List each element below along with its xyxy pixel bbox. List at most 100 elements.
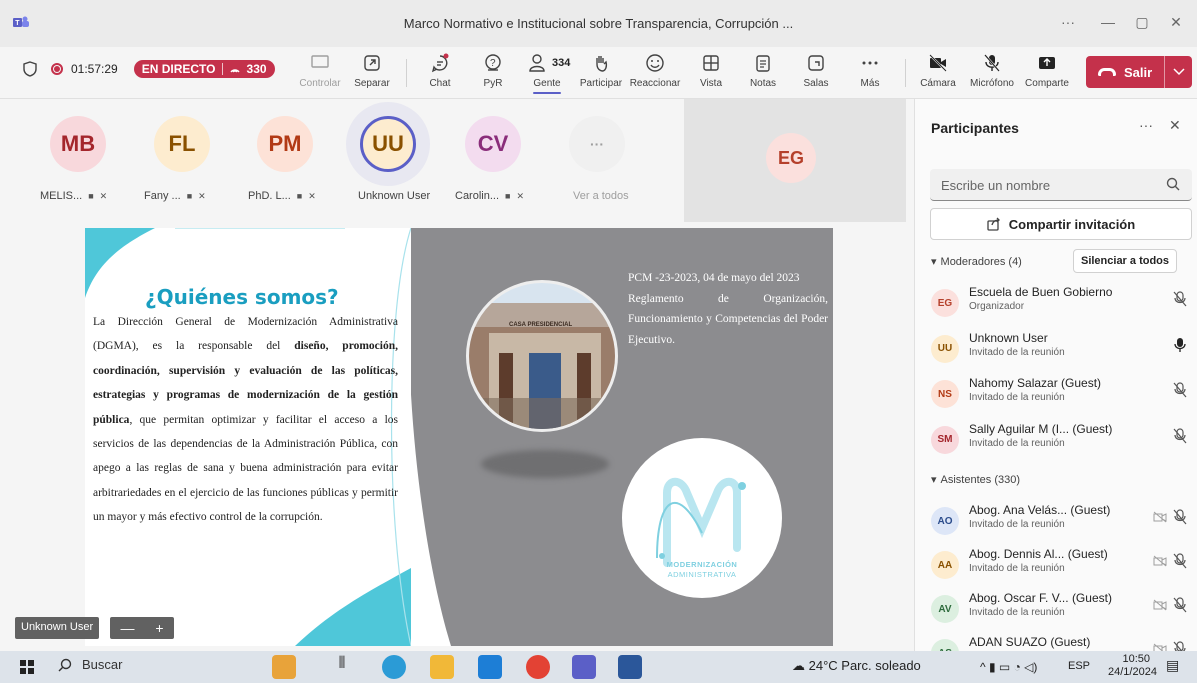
windows-start-icon[interactable]	[20, 660, 34, 674]
react-label: Reaccionar	[629, 78, 681, 89]
control-button[interactable]: Controlar	[295, 51, 345, 89]
featured-video-tile[interactable]: EG	[684, 99, 906, 222]
shield-icon[interactable]	[23, 61, 37, 77]
shared-content-slide[interactable]: ¿Quiénes somos? La Dirección General de …	[85, 228, 833, 646]
language-indicator[interactable]: ESP	[1068, 660, 1090, 672]
word-icon[interactable]	[618, 655, 642, 679]
weather-widget[interactable]: ☁ 24°C Parc. soleado	[792, 658, 921, 674]
camera-off-icon: ■	[186, 191, 193, 201]
title-bar: T Marco Normativo e Institucional sobre …	[0, 0, 1197, 47]
participant-mic-button[interactable]	[1173, 597, 1187, 616]
mic-on-icon	[1174, 337, 1186, 352]
chat-button[interactable]: Chat	[415, 51, 465, 89]
briefcase-app-icon[interactable]	[272, 655, 296, 679]
participant-mic-button[interactable]	[1173, 641, 1187, 651]
window-more-button[interactable]: ···	[1054, 10, 1082, 34]
participant-role: Invitado de la reunión	[969, 519, 1065, 530]
participant-row[interactable]: AS ADAN SUAZO (Guest)	[931, 631, 1193, 651]
participant-row[interactable]: SM Sally Aguilar M (I... (Guest) Invitado …	[931, 418, 1193, 462]
raise-hand-button[interactable]: Participar	[576, 51, 626, 89]
avatar[interactable]: CV	[465, 116, 521, 172]
close-window-button[interactable]: ✕	[1162, 10, 1190, 34]
share-invite-button[interactable]: Compartir invitación	[930, 208, 1192, 240]
avatar[interactable]: PM	[257, 116, 313, 172]
notes-button[interactable]: Notas	[738, 51, 788, 89]
participant-mic-button[interactable]	[1173, 553, 1187, 572]
attendees-section-header[interactable]: ▾ Asistentes (330)	[931, 473, 1020, 487]
participant-row[interactable]: AO Abog. Ana Velás... (Guest) Invitado de …	[931, 499, 1193, 543]
participant-mic-button[interactable]	[1173, 337, 1187, 356]
mic-off-icon	[1173, 641, 1186, 651]
edge-browser-icon[interactable]	[382, 655, 406, 679]
task-view-icon[interactable]: ⫴	[330, 655, 354, 679]
mute-all-button[interactable]: Silenciar a todos	[1073, 249, 1177, 273]
minimize-button[interactable]: —	[1094, 10, 1122, 34]
participant-avatar: UU	[931, 334, 959, 363]
participant-name: Abog. Dennis Al... (Guest)	[969, 547, 1108, 561]
participant-mic-button[interactable]	[1173, 427, 1187, 447]
camera-off-icon: ■	[88, 191, 94, 201]
see-all-label[interactable]: Ver a todos	[573, 190, 629, 202]
participant-name: Fany ... ■ ✕	[144, 190, 206, 202]
see-all-button[interactable]: ···	[569, 116, 625, 172]
camera-off-icon	[1153, 599, 1167, 611]
building-sign-text: CASA PRESIDENCIAL	[509, 322, 572, 328]
search-icon	[58, 658, 72, 671]
leave-options-chevron-icon[interactable]	[1164, 56, 1192, 88]
system-tray-icons[interactable]: ^ ▮ ▭ ◔ ◁)	[980, 660, 1037, 674]
avatar[interactable]: MB	[50, 116, 106, 172]
taskbar-search[interactable]: Buscar	[58, 657, 122, 672]
leave-button[interactable]: Salir	[1086, 56, 1192, 88]
share-button[interactable]: Comparte	[1022, 51, 1072, 89]
participant-mic-button[interactable]	[1173, 382, 1187, 401]
mic-button[interactable]: Micrófono	[967, 51, 1017, 89]
participant-avatar: AS	[931, 639, 959, 651]
more-button[interactable]: Más	[845, 51, 895, 89]
clock[interactable]: 10:50 24/1/2024	[1108, 653, 1157, 679]
mic-off-icon: ✕	[516, 190, 525, 201]
participant-row[interactable]: NS Nahomy Salazar (Guest) Invitado de la r…	[931, 372, 1193, 416]
participant-avatar: SM	[931, 425, 959, 454]
camera-off-icon	[929, 54, 947, 72]
smiley-icon	[646, 54, 664, 72]
participant-name: MELIS... ■ ✕	[40, 190, 108, 202]
moderators-section-header[interactable]: ▾ Moderadores (4)	[931, 255, 1022, 269]
zoom-out-button[interactable]: —	[120, 620, 134, 636]
participant-mic-button[interactable]	[1173, 291, 1187, 310]
control-icon	[311, 55, 329, 71]
logo-line-1: MODERNIZACIÓN	[666, 560, 738, 569]
avatar[interactable]: FL	[154, 116, 210, 172]
people-button[interactable]: 334 Gente	[522, 51, 572, 94]
panel-close-button[interactable]: ✕	[1169, 117, 1181, 134]
participant-row[interactable]: AA Abog. Dennis Al... (Guest) Invitado de …	[931, 543, 1193, 587]
participant-row[interactable]: AV Abog. Oscar F. V... (Guest) Invitado de…	[931, 587, 1193, 631]
mail-icon[interactable]	[478, 655, 502, 679]
camera-off-icon	[1153, 511, 1167, 523]
chat-label: Chat	[429, 78, 451, 89]
participant-row[interactable]: UU Unknown User Invitado de la reunión	[931, 327, 1193, 371]
mic-off-icon: ✕	[308, 190, 316, 201]
popout-button[interactable]: Separar	[347, 51, 397, 89]
camera-button[interactable]: Cámara	[913, 51, 963, 89]
zoom-in-button[interactable]: +	[155, 620, 163, 636]
chrome-icon[interactable]	[526, 655, 550, 679]
restore-button[interactable]: ▢	[1128, 10, 1156, 34]
teams-taskbar-icon[interactable]	[572, 655, 596, 679]
panel-more-button[interactable]: ···	[1139, 117, 1153, 133]
file-explorer-icon[interactable]	[430, 655, 454, 679]
participant-role: Organizador	[969, 301, 1025, 312]
participant-mic-button[interactable]	[1173, 509, 1187, 528]
photo-shadow	[481, 450, 609, 478]
participant-avatar: NS	[931, 380, 959, 408]
qa-button[interactable]: ? PyR	[468, 51, 518, 89]
view-button[interactable]: Vista	[686, 51, 736, 89]
rooms-button[interactable]: Salas	[791, 51, 841, 89]
qa-label: PyR	[483, 78, 503, 89]
react-button[interactable]: Reaccionar	[630, 51, 680, 89]
notification-center-icon[interactable]: ▤	[1166, 657, 1179, 674]
invite-label: Compartir invitación	[1008, 216, 1136, 232]
participant-row[interactable]: EG Escuela de Buen Gobierno Organizador	[931, 281, 1193, 325]
live-badge[interactable]: EN DIRECTO 330	[133, 60, 275, 78]
avatar-speaking[interactable]: UU	[360, 116, 416, 172]
participant-search-input[interactable]: Escribe un nombre	[930, 169, 1192, 201]
